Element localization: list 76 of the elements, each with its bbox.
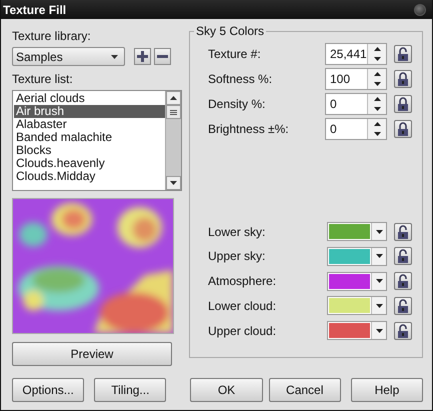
unlock-button[interactable] <box>394 296 412 315</box>
caret-icon <box>376 328 382 333</box>
unlock-button[interactable] <box>394 247 412 266</box>
padlock-icon <box>397 122 409 136</box>
field-label: Texture #: <box>208 47 262 62</box>
padlock-icon <box>397 72 409 86</box>
dialog-button[interactable]: OK <box>190 378 263 402</box>
list-item[interactable]: Aerial clouds <box>14 92 165 105</box>
dialog-button[interactable]: Options... <box>12 378 84 402</box>
padlock-icon <box>397 47 409 62</box>
up-arrow-icon[interactable] <box>374 96 380 101</box>
unlock-button[interactable] <box>394 45 412 64</box>
padlock-icon <box>397 274 409 288</box>
lock-button[interactable] <box>394 120 412 138</box>
lock-button[interactable] <box>394 70 412 88</box>
number-field[interactable]: 0 <box>325 92 387 115</box>
color-picker[interactable] <box>327 272 387 291</box>
library-dropdown[interactable]: Samples <box>12 47 125 66</box>
padlock-icon <box>397 224 409 239</box>
dialog-button[interactable]: Cancel <box>268 378 341 402</box>
unlock-button[interactable] <box>394 222 412 241</box>
padlock-icon <box>397 96 409 111</box>
unlock-button[interactable] <box>394 322 412 340</box>
list-item[interactable]: Banded malachite <box>14 131 165 144</box>
field-label: Softness %: <box>208 72 274 86</box>
padlock-icon <box>397 324 409 338</box>
preview-button[interactable]: Preview <box>12 342 172 366</box>
list-item[interactable]: Blocks <box>14 144 165 157</box>
color-picker[interactable] <box>327 222 387 242</box>
field-label: Brightness ±%: <box>208 122 290 136</box>
list-item[interactable]: Alabaster <box>14 118 165 131</box>
caret-icon <box>111 54 118 58</box>
texture-list-label: Texture list: <box>12 72 74 86</box>
group-title: Sky 5 Colors <box>195 24 266 38</box>
caret-icon <box>376 254 382 258</box>
dialog-button[interactable]: Tiling... <box>94 378 166 402</box>
down-arrow-icon[interactable] <box>374 106 380 111</box>
grip-icon <box>170 110 177 114</box>
list-item[interactable]: Air brush <box>14 105 165 118</box>
library-label: Texture library: <box>12 29 92 43</box>
caret-icon <box>376 279 382 284</box>
plus-icon <box>137 51 148 62</box>
add-button[interactable] <box>134 48 151 65</box>
up-arrow-icon[interactable] <box>374 47 380 52</box>
up-arrow-icon[interactable] <box>374 72 380 76</box>
color-label: Upper sky: <box>208 249 266 264</box>
down-arrow-icon[interactable] <box>374 82 380 86</box>
list-item[interactable]: Clouds.heavenly <box>14 157 165 170</box>
color-label: Lower cloud: <box>208 298 278 313</box>
lock-button[interactable] <box>394 94 412 113</box>
field-label: Density %: <box>208 96 266 111</box>
up-arrow-icon[interactable] <box>374 122 380 126</box>
down-arrow-icon <box>170 181 177 185</box>
color-label: Lower sky: <box>208 224 266 239</box>
scrollbar[interactable] <box>165 91 181 190</box>
list-item[interactable]: Clouds.Midday <box>14 170 165 183</box>
color-picker[interactable] <box>327 246 387 266</box>
unlock-button[interactable] <box>394 272 412 290</box>
dialog-button[interactable]: Help <box>350 378 424 402</box>
padlock-icon <box>397 298 409 313</box>
remove-button[interactable] <box>154 48 171 65</box>
number-field[interactable]: 25,441 <box>325 43 387 66</box>
caret-icon <box>376 304 382 308</box>
number-field[interactable]: 100 <box>325 68 387 90</box>
color-picker[interactable] <box>327 321 387 340</box>
caret-icon <box>376 230 382 234</box>
color-label: Atmosphere: <box>208 274 278 288</box>
color-label: Upper cloud: <box>208 324 278 338</box>
up-arrow-icon <box>170 96 177 100</box>
color-picker[interactable] <box>327 296 387 316</box>
down-arrow-icon[interactable] <box>374 132 380 136</box>
number-field[interactable]: 0 <box>325 118 387 140</box>
down-arrow-icon[interactable] <box>374 57 380 62</box>
window-title: Texture Fill <box>3 2 66 16</box>
close-icon[interactable] <box>414 4 426 16</box>
padlock-icon <box>397 249 409 264</box>
